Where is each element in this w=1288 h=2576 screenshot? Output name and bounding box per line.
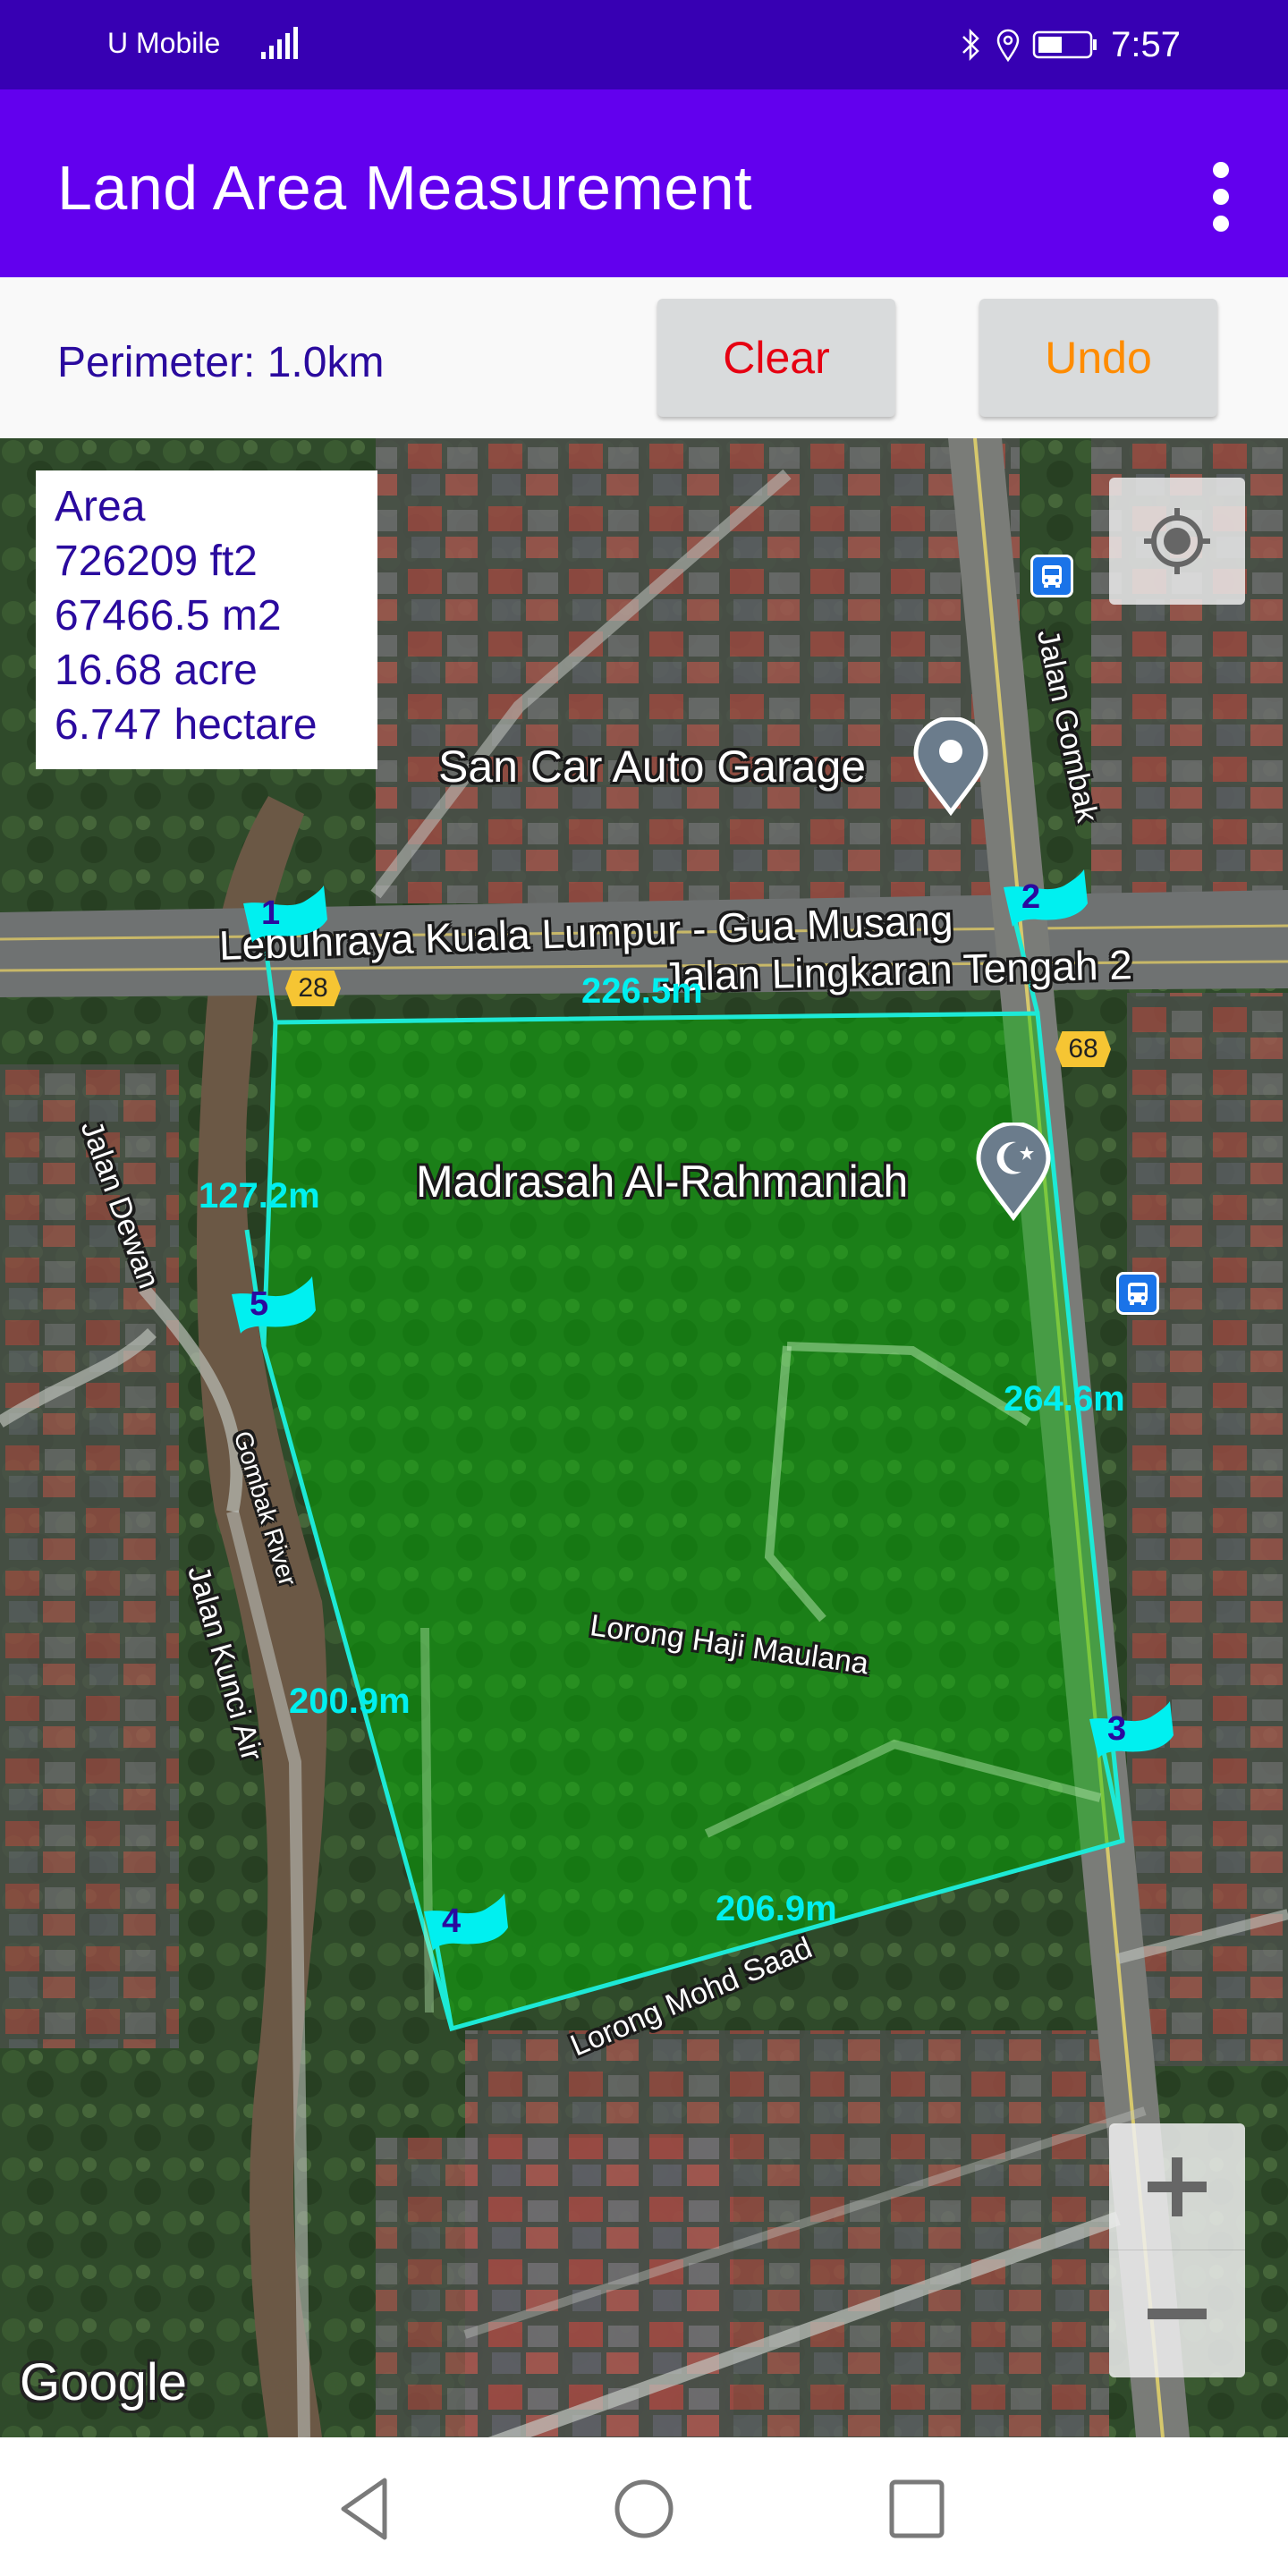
zoom-in-button[interactable] (1109, 2123, 1245, 2250)
zoom-control (1109, 2123, 1245, 2377)
recents-icon[interactable] (881, 2473, 953, 2545)
battery-icon (1032, 30, 1097, 59)
segment-length-5-1: 127.2m (199, 1176, 320, 1216)
flag-icon (232, 1276, 316, 1334)
vertex-flag-3[interactable]: 3 (1088, 1699, 1177, 1807)
poi-label-garage[interactable]: San Car Auto Garage (438, 741, 866, 792)
minus-icon (1148, 2309, 1207, 2319)
clear-button[interactable]: Clear (657, 299, 895, 417)
segment-length-3-4: 206.9m (716, 1889, 837, 1928)
flag-icon (1004, 869, 1088, 927)
zoom-out-button[interactable] (1109, 2250, 1245, 2377)
area-sqm: 67466.5 m2 (55, 592, 282, 640)
app-title: Land Area Measurement (57, 153, 753, 223)
mosque-pin-icon[interactable] (975, 1123, 1052, 1221)
location-icon (996, 29, 1020, 63)
segment-length-4-5: 200.9m (289, 1682, 411, 1721)
segment-length-2-3: 264.6m (1004, 1379, 1125, 1419)
home-icon[interactable] (608, 2473, 680, 2545)
carrier-name: U Mobile (107, 27, 221, 59)
status-bar: U Mobile 7:57 (0, 0, 1288, 89)
bus-stop-icon[interactable] (1116, 1272, 1159, 1315)
area-info-panel: Area 726209 ft2 67466.5 m2 16.68 acre 6.… (36, 470, 377, 769)
area-hectare: 6.747 hectare (55, 701, 318, 749)
flag-icon (243, 886, 327, 943)
my-location-button[interactable] (1109, 478, 1245, 605)
more-vert-icon[interactable] (1190, 152, 1252, 242)
signal-icon (261, 27, 298, 59)
perimeter-readout: Perimeter: 1.0km (57, 339, 385, 386)
route-shield: 68 (1055, 1031, 1111, 1067)
bus-stop-icon[interactable] (1030, 555, 1073, 597)
satellite-map[interactable]: 28 68 Lebuhraya Kuala Lumpur - Gua Musan… (0, 438, 1288, 2437)
vertex-flag-5[interactable]: 5 (230, 1275, 319, 1382)
area-sqft: 726209 ft2 (55, 538, 258, 585)
segment-length-1-2: 226.5m (581, 971, 703, 1011)
flag-icon (1089, 1701, 1174, 1758)
status-icons: 7:57 (957, 21, 1181, 68)
area-acre: 16.68 acre (55, 647, 258, 694)
back-icon[interactable] (331, 2473, 402, 2545)
crosshair-icon (1144, 508, 1210, 574)
clock: 7:57 (1111, 24, 1181, 64)
vertex-flag-1[interactable]: 1 (242, 884, 331, 991)
google-attribution: Google (20, 2353, 188, 2411)
bluetooth-icon (962, 28, 979, 62)
poi-label-madrasah[interactable]: Madrasah Al-Rahmaniah (416, 1156, 908, 1208)
undo-button[interactable]: Undo (979, 299, 1217, 417)
system-nav-bar (0, 2437, 1288, 2576)
plus-icon (1148, 2157, 1207, 2216)
vertex-flag-2[interactable]: 2 (1002, 868, 1091, 975)
area-heading: Area (55, 483, 146, 530)
vertex-flag-4[interactable]: 4 (422, 1892, 512, 1999)
map-pin-icon[interactable] (912, 717, 989, 816)
app-bar: Land Area Measurement (0, 89, 1288, 277)
measurement-toolbar: Perimeter: 1.0km Clear Undo (0, 277, 1288, 438)
flag-icon (424, 1894, 508, 1951)
